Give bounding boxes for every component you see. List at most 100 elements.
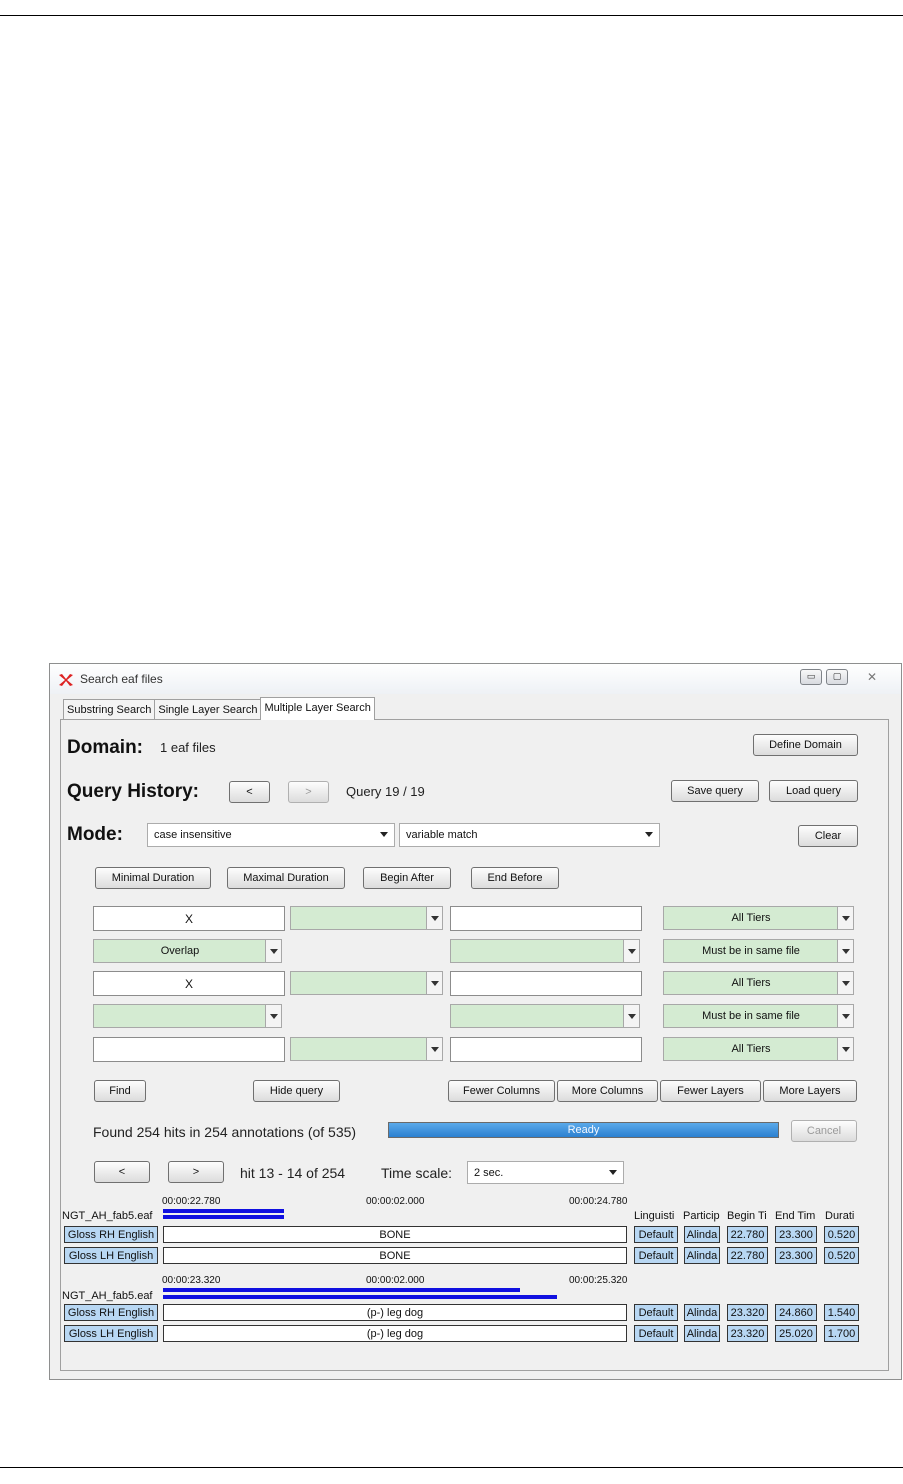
fewer-layers-button[interactable]: Fewer Layers [660,1080,761,1102]
hit1-row1-participant: Alinda [684,1226,720,1243]
clear-button[interactable]: Clear [798,825,858,847]
query-text-field-1[interactable]: X [93,906,285,931]
hit2-row1-begin: 23.320 [727,1304,768,1321]
progress-label: Ready [567,1124,600,1136]
chevron-down-icon [623,1005,639,1027]
hit-prev-button[interactable]: < [94,1161,150,1183]
case-mode-select[interactable]: case insensitive [147,823,395,847]
hit1-row1-annotation[interactable]: BONE [163,1226,627,1243]
time-scale-select[interactable]: 2 sec. [467,1161,624,1184]
chevron-down-icon [426,972,442,994]
hit1-row2-annotation[interactable]: BONE [163,1247,627,1264]
find-button[interactable]: Find [94,1080,146,1102]
hit2-row2-duration: 1.700 [824,1325,859,1342]
title-bar: Search eaf files ▭ ▢ ✕ [50,664,901,694]
mode-label: Mode: [67,824,123,845]
match-mode-select[interactable]: variable match [399,823,660,847]
tier-select-2[interactable]: All Tiers [663,971,854,995]
hit2-time-end: 00:00:25.320 [569,1275,628,1286]
hit1-row1-tier[interactable]: Gloss RH English [64,1226,158,1243]
relation-select-2[interactable] [93,1004,282,1028]
case-mode-value: case insensitive [154,829,232,841]
hit2-row1-annotation[interactable]: (p-) leg dog [163,1304,627,1321]
hit2-row2-annotation[interactable]: (p-) leg dog [163,1325,627,1342]
define-domain-button[interactable]: Define Domain [753,734,858,756]
hit1-time-mid: 00:00:02.000 [366,1196,425,1207]
chevron-down-icon [837,972,853,994]
hit2-row1-end: 24.860 [775,1304,817,1321]
tier-select-1[interactable]: All Tiers [663,906,854,930]
hit1-row1-duration: 0.520 [824,1226,859,1243]
tab-substring-search[interactable]: Substring Search [63,699,156,720]
search-progress-bar: Ready [388,1122,779,1138]
hit1-row2-tier[interactable]: Gloss LH English [64,1247,158,1264]
end-before-button[interactable]: End Before [471,867,559,889]
history-prev-button[interactable]: < [229,781,270,803]
save-query-button[interactable]: Save query [671,780,759,802]
tier-select-3[interactable]: All Tiers [663,1037,854,1061]
query-status: Query 19 / 19 [346,784,425,799]
tier-select-1-value: All Tiers [731,912,771,924]
tab-single-layer-search[interactable]: Single Layer Search [154,699,262,720]
hit2-row1-tier[interactable]: Gloss RH English [64,1304,158,1321]
search-window: Search eaf files ▭ ▢ ✕ Substring Search … [49,663,902,1380]
chevron-down-icon [837,907,853,929]
query-column-select-2[interactable] [290,971,443,995]
minimize-icon[interactable]: ▭ [800,669,822,685]
hit1-time-end: 00:00:24.780 [569,1196,628,1207]
query-text-field-3[interactable] [93,1037,285,1062]
maximal-duration-button[interactable]: Maximal Duration [227,867,345,889]
query-text-field-1b[interactable] [450,906,642,931]
tier-select-3-value: All Tiers [731,1043,771,1055]
more-columns-button[interactable]: More Columns [557,1080,658,1102]
chevron-down-icon [837,940,853,962]
hit1-time-start: 00:00:22.780 [162,1196,221,1207]
hit1-timeline-bar-1 [163,1209,284,1213]
elan-app-icon [59,674,73,686]
chevron-down-icon [623,940,639,962]
query-column-select-3[interactable] [290,1037,443,1061]
scope-select-2-value: Must be in same file [702,1010,800,1022]
tier-select-2-value: All Tiers [731,977,771,989]
hide-query-button[interactable]: Hide query [253,1080,340,1102]
minimal-duration-button[interactable]: Minimal Duration [95,867,211,889]
hit2-timeline-bar-1 [163,1288,520,1292]
hit1-timeline-bar-2 [163,1215,284,1219]
hit2-row2-end: 25.020 [775,1325,817,1342]
hit1-row2-end: 23.300 [775,1247,817,1264]
hit2-row2-linguistic: Default [634,1325,678,1342]
column-header-participant: Particip [683,1210,720,1222]
column-header-linguistic: Linguisti [634,1210,675,1222]
hit2-row2-tier[interactable]: Gloss LH English [64,1325,158,1342]
tab-multiple-layer-search[interactable]: Multiple Layer Search [260,697,375,720]
hit-counter: hit 13 - 14 of 254 [240,1165,346,1181]
fewer-columns-button[interactable]: Fewer Columns [448,1080,555,1102]
chevron-down-icon [837,1038,853,1060]
close-icon[interactable]: ✕ [852,669,892,685]
chevron-down-icon [426,1038,442,1060]
hit2-timeline-bar-2 [163,1295,557,1299]
relation-select-1[interactable]: Overlap [93,939,282,963]
hit2-row2-begin: 23.320 [727,1325,768,1342]
history-next-button[interactable]: > [288,781,329,803]
chevron-down-icon [645,832,653,837]
scope-select-2[interactable]: Must be in same file [663,1004,854,1028]
maximize-icon[interactable]: ▢ [826,669,848,685]
query-text-field-2[interactable]: X [93,971,285,996]
query-text-field-3b[interactable] [450,1037,642,1062]
begin-after-button[interactable]: Begin After [363,867,451,889]
hit1-row1-linguistic: Default [634,1226,678,1243]
cancel-button[interactable]: Cancel [791,1120,857,1142]
relation-select-2b[interactable] [450,1004,640,1028]
hit2-time-mid: 00:00:02.000 [366,1275,425,1286]
query-column-select-1[interactable] [290,906,443,930]
relation-select-1b[interactable] [450,939,640,963]
bottom-rule [0,1467,903,1468]
query-text-field-2b[interactable] [450,971,642,996]
hit-next-button[interactable]: > [168,1161,224,1183]
scope-select-1[interactable]: Must be in same file [663,939,854,963]
window-title: Search eaf files [80,672,163,686]
load-query-button[interactable]: Load query [769,780,858,802]
hit1-row2-duration: 0.520 [824,1247,859,1264]
more-layers-button[interactable]: More Layers [763,1080,857,1102]
